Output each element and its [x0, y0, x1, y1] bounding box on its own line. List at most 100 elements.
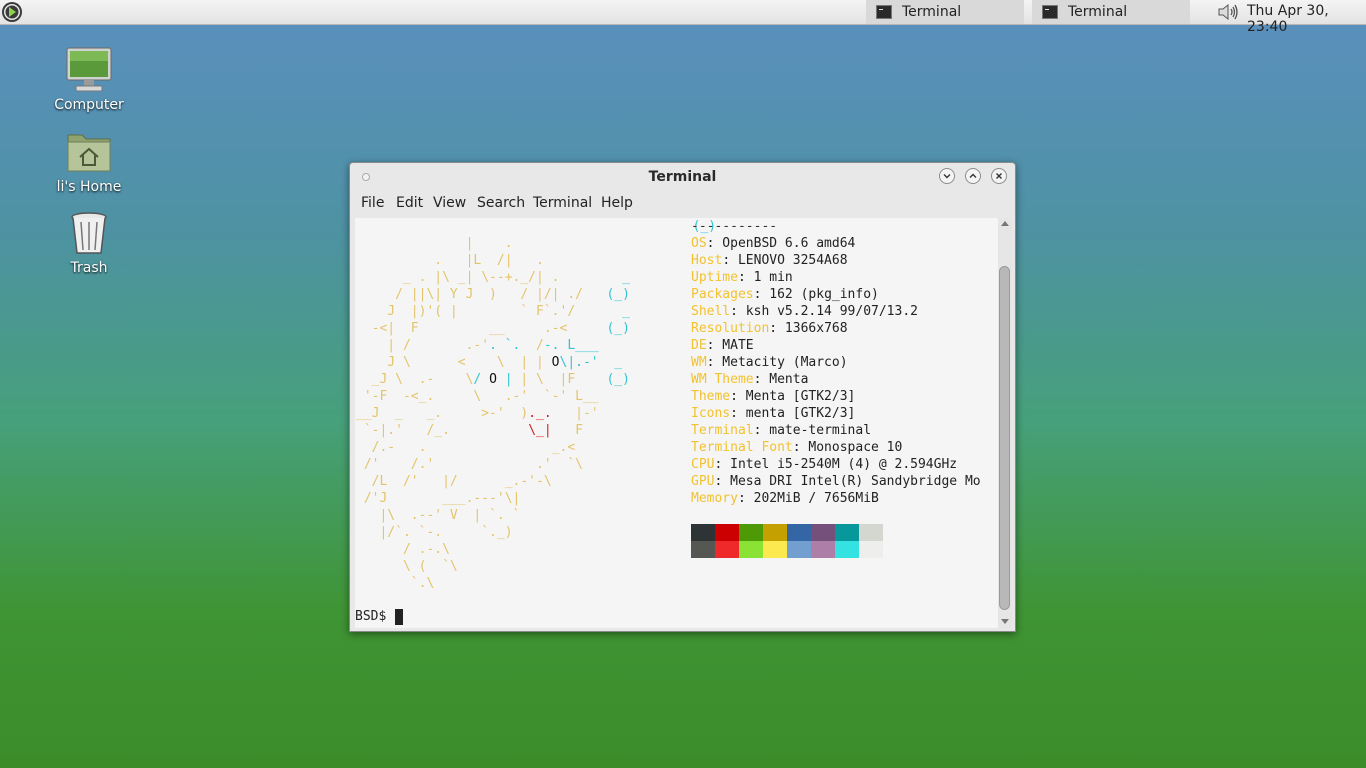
terminal-window: Terminal File Edit View Search Terminal … [349, 162, 1016, 632]
desktop-icon-label: Trash [70, 260, 108, 276]
info-key: Memory [691, 491, 738, 506]
desktop-icon-label: Computer [54, 97, 124, 113]
info-value: : Menta [753, 372, 809, 387]
maximize-button[interactable] [965, 168, 981, 184]
chevron-down-icon [943, 174, 951, 179]
info-line: Resolution: 1366x768 [691, 320, 848, 337]
top-panel: Terminal Terminal Thu Apr 30, 23:40 [0, 0, 1366, 35]
chevron-up-icon [969, 173, 977, 178]
color-swatch [715, 524, 739, 541]
scroll-up-arrow-icon[interactable] [1001, 220, 1009, 226]
close-button[interactable] [991, 168, 1007, 184]
info-value: : Mesa DRI Intel(R) Sandybridge Mo [714, 474, 981, 489]
info-value: : 1 min [737, 270, 793, 285]
scrollbar-thumb[interactable] [999, 266, 1010, 610]
volume-icon[interactable] [1216, 2, 1240, 22]
color-swatch [739, 541, 763, 558]
info-key: Terminal [691, 423, 754, 438]
desktop-icon-label: li's Home [56, 179, 122, 195]
terminal-icon [1042, 5, 1058, 19]
vertical-scrollbar[interactable] [998, 218, 1012, 628]
info-value: : 1366x768 [769, 321, 848, 336]
color-swatch [691, 524, 715, 541]
color-swatch [811, 524, 835, 541]
minimize-button[interactable] [939, 168, 955, 184]
info-line: Host: LENOVO 3254A68 [691, 252, 848, 269]
menu-view[interactable]: View [433, 195, 466, 211]
menu-terminal[interactable]: Terminal [533, 195, 592, 211]
info-key: WM Theme [691, 372, 754, 387]
info-value: : Intel i5-2540M (4) @ 2.594GHz [714, 457, 958, 472]
desktop-icon-computer[interactable]: Computer [39, 45, 139, 113]
color-swatch [859, 541, 883, 558]
terminal-icon [876, 5, 892, 19]
info-key: Terminal Font [691, 440, 793, 455]
taskbar-terminal-2[interactable]: Terminal [1032, 0, 1190, 24]
info-key: Shell [691, 304, 731, 319]
info-value: : Menta [GTK2/3] [730, 389, 856, 404]
info-key: GPU [691, 474, 715, 489]
info-key: Resolution [691, 321, 770, 336]
info-line: DE: MATE [691, 337, 754, 354]
info-key: Packages [691, 287, 754, 302]
color-swatch [859, 524, 883, 541]
info-line: Uptime: 1 min [691, 269, 793, 286]
menu-bar: File Edit View Search Terminal Help [350, 191, 1015, 217]
info-key: Host [691, 253, 723, 268]
clock[interactable]: Thu Apr 30, 23:40 [1247, 3, 1366, 35]
info-line: Terminal: mate-terminal [691, 422, 871, 439]
info-line: Theme: Menta [GTK2/3] [691, 388, 855, 405]
info-line: Memory: 202MiB / 7656MiB [691, 490, 879, 507]
info-value: : MATE [706, 338, 754, 353]
info-value: : Metacity (Marco) [706, 355, 848, 370]
scroll-down-arrow-icon[interactable] [1001, 619, 1009, 625]
home-folder-icon [67, 134, 111, 172]
info-value: : Monospace 10 [792, 440, 903, 455]
info-key: Icons [691, 406, 731, 421]
info-value: : OpenBSD 6.6 amd64 [706, 236, 856, 251]
color-swatch [787, 524, 811, 541]
info-key: OS [691, 236, 707, 251]
color-swatch [835, 541, 859, 558]
info-value: : LENOVO 3254A68 [722, 253, 848, 268]
info-key: DE [691, 338, 707, 353]
info-line: Terminal Font: Monospace 10 [691, 439, 902, 456]
menu-edit[interactable]: Edit [396, 195, 423, 211]
shell-prompt: BSD$ [355, 609, 395, 624]
info-value: : menta [GTK2/3] [730, 406, 856, 421]
terminal-output[interactable]: (_) | . . |L /| . _ . |\ _| \--+._/| . _… [355, 218, 998, 628]
color-swatch [763, 524, 787, 541]
menu-search[interactable]: Search [477, 195, 525, 211]
color-swatch [739, 524, 763, 541]
info-value: : 202MiB / 7656MiB [737, 491, 879, 506]
info-key: WM [691, 355, 707, 370]
info-line: CPU: Intel i5-2540M (4) @ 2.594GHz [691, 456, 957, 473]
computer-icon [66, 47, 112, 92]
text-cursor [395, 609, 403, 625]
info-key: CPU [691, 457, 715, 472]
desktop-icon-home[interactable]: li's Home [39, 127, 139, 195]
info-value: : 162 (pkg_info) [753, 287, 879, 302]
color-swatch [835, 524, 859, 541]
window-titlebar[interactable]: Terminal [350, 163, 1015, 191]
info-line: Shell: ksh v5.2.14 99/07/13.2 [691, 303, 918, 320]
menu-help[interactable]: Help [601, 195, 633, 211]
window-title: Terminal [648, 169, 717, 185]
taskbar-terminal-1[interactable]: Terminal [866, 0, 1024, 24]
info-line: WM: Metacity (Marco) [691, 354, 848, 371]
menu-file[interactable]: File [361, 195, 384, 211]
info-line: WM Theme: Menta [691, 371, 808, 388]
desktop-icon-trash[interactable]: Trash [39, 208, 139, 276]
color-swatch [811, 541, 835, 558]
info-value: : mate-terminal [753, 423, 872, 438]
trash-icon [71, 212, 107, 254]
color-swatch [691, 541, 715, 558]
info-line: GPU: Mesa DRI Intel(R) Sandybridge Mo [691, 473, 981, 490]
close-icon [996, 173, 1002, 179]
main-menu-icon[interactable] [1, 1, 23, 23]
info-line: OS: OpenBSD 6.6 amd64 [691, 235, 855, 252]
info-key: Uptime [691, 270, 738, 285]
color-swatch [787, 541, 811, 558]
taskbar-label: Terminal [1068, 4, 1128, 20]
info-separator: ----------- [691, 219, 778, 234]
